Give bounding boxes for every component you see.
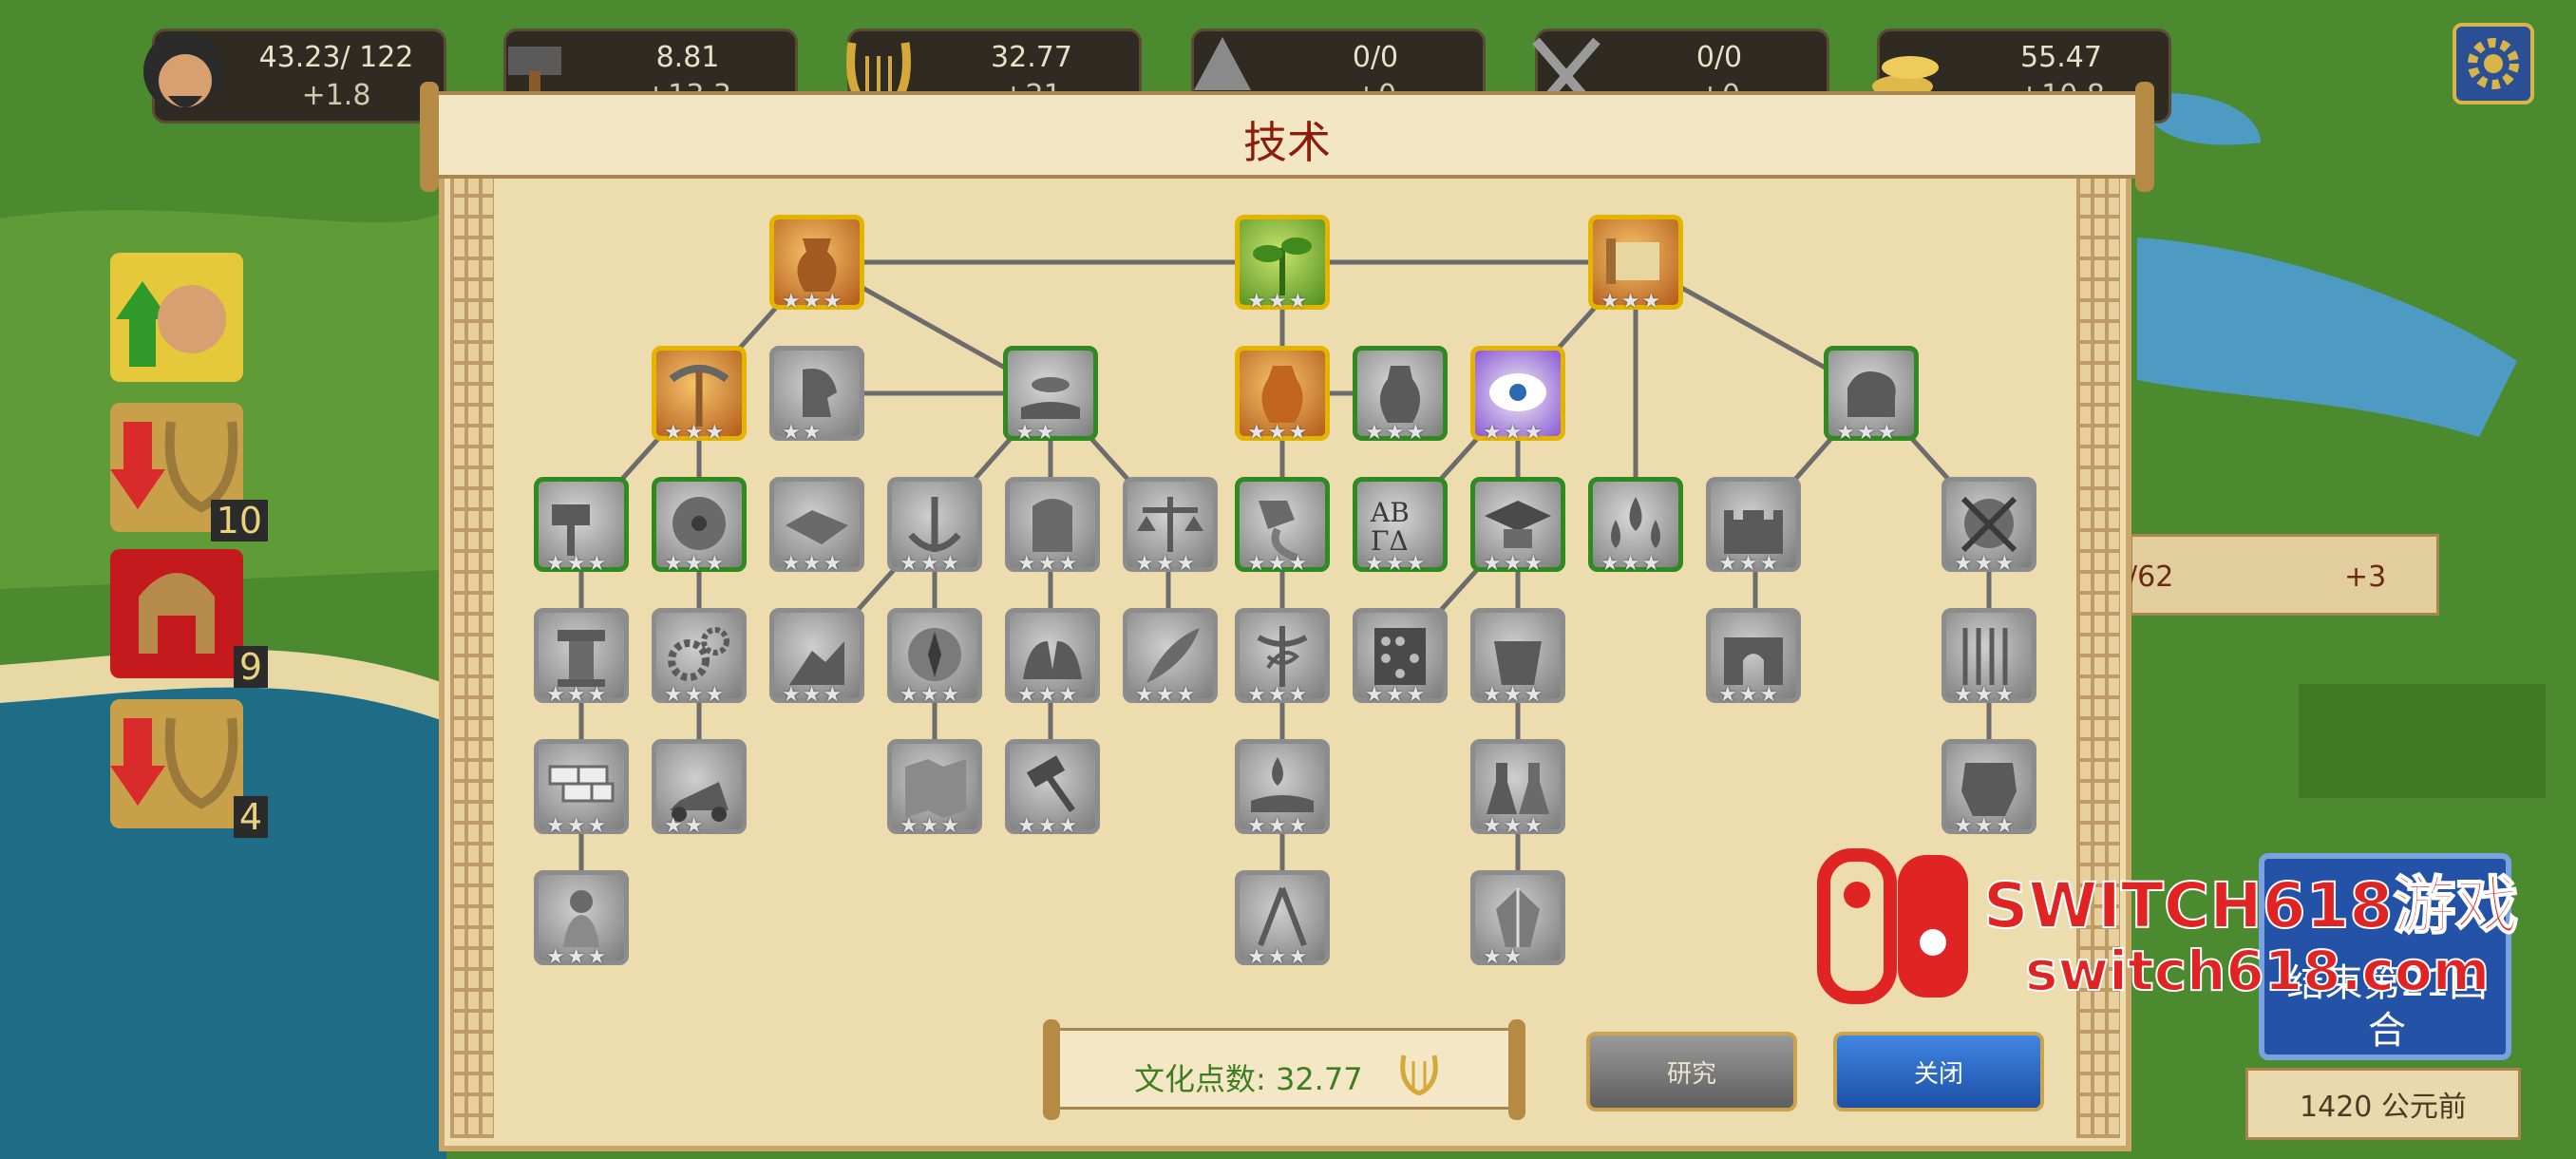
tech-crystal[interactable]: ★★	[1470, 870, 1565, 969]
tech-trade[interactable]: ★★	[1003, 346, 1098, 445]
tech-stars: ★★★	[1836, 421, 1899, 445]
tech-alphabet[interactable]: ★★★	[1005, 477, 1100, 576]
tech-stars: ★★★	[1483, 814, 1545, 838]
tech-rituals[interactable]: ★★★	[1588, 477, 1683, 576]
tech-stars: ★★★	[1483, 552, 1545, 576]
tech-engineering[interactable]: ★★★	[1235, 870, 1330, 969]
tech-irrigation[interactable]: ★★★	[1235, 477, 1330, 576]
tech-alchemy[interactable]: ★★★	[1470, 739, 1565, 838]
tech-mechanics[interactable]: ★★★	[652, 608, 747, 707]
tech-stars: ★★★	[782, 683, 844, 707]
tech-sculpture[interactable]: ★★★	[534, 870, 629, 969]
tech-herbalism[interactable]: ★★★	[1235, 739, 1330, 838]
tech-harbor[interactable]: ★★★	[887, 477, 982, 576]
culture-points-label: 文化点数: 32.77	[1134, 1061, 1363, 1097]
tech-stars: ★★★	[900, 814, 962, 838]
tech-stars: ★★★	[1601, 552, 1663, 576]
tech-stars: ★★★	[900, 683, 962, 707]
tech-stars: ★★★	[1135, 683, 1198, 707]
tech-stars: ★★★	[1954, 814, 2017, 838]
tech-stars: ★★★	[1247, 683, 1310, 707]
tech-stars: ★★★	[546, 552, 609, 576]
tech-stars: ★★★	[1718, 552, 1781, 576]
tech-vase[interactable]: ★★★	[1353, 346, 1448, 445]
tech-judiciary[interactable]: ★★★	[1005, 739, 1100, 838]
tech-philosophy[interactable]: ★★★	[1470, 477, 1565, 576]
tech-cartography[interactable]: ★★★	[887, 739, 982, 838]
tech-masonry[interactable]: ★★★	[534, 739, 629, 838]
tech-catapult[interactable]: ★★	[652, 739, 747, 838]
tech-stars: ★★★	[1017, 814, 1080, 838]
tech-agriculture[interactable]: ★★★	[1235, 215, 1330, 314]
watermark-text: SWITCH618游戏	[1982, 868, 2519, 943]
tech-mining[interactable]: ★★★	[652, 346, 747, 445]
close-button[interactable]: 关闭	[1833, 1032, 2044, 1112]
tech-stars: ★★	[664, 814, 706, 838]
tech-ceramics[interactable]: ★★★	[1235, 346, 1330, 445]
tech-pottery[interactable]: ★★★	[769, 215, 864, 314]
tech-stars: ★★★	[664, 552, 727, 576]
tech-writing[interactable]: ★★★	[1588, 215, 1683, 314]
tech-speech[interactable]: ★★	[769, 346, 864, 445]
tech-fortification[interactable]: ★★★	[1706, 477, 1801, 576]
tech-stars: ★★★	[1954, 683, 2017, 707]
tech-stars: ★★	[782, 421, 824, 445]
research-button-label: 研究	[1666, 1059, 1716, 1089]
tech-phalanx[interactable]: ★★★	[1941, 608, 2036, 707]
tech-stars: ★★	[1015, 421, 1057, 445]
tech-stars: ★★★	[1017, 552, 1080, 576]
culture-points-scroll: 文化点数: 32.77	[1043, 1019, 1525, 1120]
tech-strategy[interactable]: ★★★	[769, 608, 864, 707]
tech-siege[interactable]: ★★★	[1706, 608, 1801, 707]
tech-stars: ★★★	[664, 421, 727, 445]
tech-stars: ★★	[1483, 945, 1525, 969]
tech-stars: ★★★	[782, 552, 844, 576]
tech-stars: ★★★	[1365, 683, 1428, 707]
tech-stars: ★★★	[900, 552, 962, 576]
watermark-url: switch618.com	[2024, 938, 2491, 1004]
tech-stars: ★★★	[1718, 683, 1781, 707]
tech-architecture[interactable]: ★★★	[534, 608, 629, 707]
tech-stars: ★★★	[1365, 552, 1428, 576]
tech-stars: ★★★	[546, 814, 609, 838]
tech-armor[interactable]: ★★★	[1941, 739, 2036, 838]
tech-stars: ★★★	[1247, 421, 1310, 445]
tech-stars: ★★★	[1247, 814, 1310, 838]
tech-stars: ★★★	[1483, 421, 1545, 445]
tech-stars: ★★★	[1483, 683, 1545, 707]
tech-stars: ★★★	[782, 290, 844, 314]
tech-stars: ★★★	[1247, 290, 1310, 314]
tech-navigation[interactable]: ★★★	[887, 608, 982, 707]
switch-logo-watermark	[1817, 848, 1968, 1004]
tech-stars: ★★★	[1247, 552, 1310, 576]
tech-charity[interactable]: ★★★	[1005, 608, 1100, 707]
tech-strength[interactable]: ★★★	[1824, 346, 1919, 445]
tech-mysticism[interactable]: ★★★	[1470, 346, 1565, 445]
tech-stars: ★★★	[1365, 421, 1428, 445]
research-button[interactable]: 研究	[1586, 1032, 1797, 1112]
tech-diplomacy[interactable]: ★★★	[769, 477, 864, 576]
tech-warfare[interactable]: ★★★	[1941, 477, 2036, 576]
tech-stars: ★★★	[1247, 945, 1310, 969]
tech-stars: ★★★	[1601, 290, 1663, 314]
svg-text:ΑΒ: ΑΒ	[1370, 497, 1410, 528]
tech-literacy[interactable]: ΑΒ ΓΔ ★★★	[1353, 477, 1448, 576]
tech-poetry[interactable]: ★★★	[1123, 608, 1218, 707]
tech-stars: ★★★	[1135, 552, 1198, 576]
lyre-icon	[1400, 1054, 1438, 1095]
tech-medicine[interactable]: ★★★	[1235, 608, 1330, 707]
tech-stars: ★★★	[546, 945, 609, 969]
tech-mathematics[interactable]: ★★★	[1353, 608, 1448, 707]
close-button-label: 关闭	[1913, 1059, 1963, 1089]
tech-stars: ★★★	[664, 683, 727, 707]
tech-stars: ★★★	[546, 683, 609, 707]
tech-stars: ★★★	[1017, 683, 1080, 707]
tech-law[interactable]: ★★★	[1123, 477, 1218, 576]
tech-politics[interactable]: ★★★	[1470, 608, 1565, 707]
tech-wheel[interactable]: ★★★	[652, 477, 747, 576]
tech-stars: ★★★	[1954, 552, 2017, 576]
tech-construction[interactable]: ★★★	[534, 477, 629, 576]
